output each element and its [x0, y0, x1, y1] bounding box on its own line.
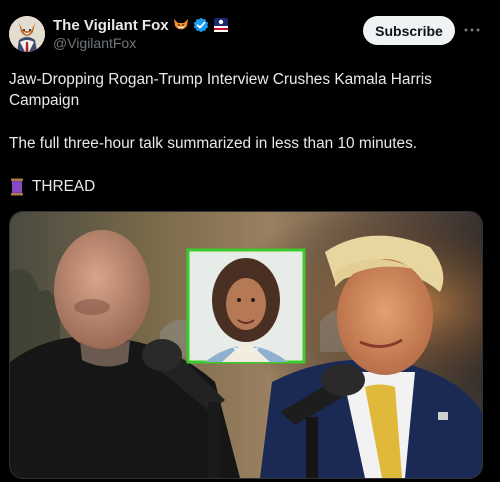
interview-photo-image[interactable]	[9, 211, 483, 479]
verified-badge-icon[interactable]	[193, 17, 209, 33]
author-name-row: The Vigilant Fox	[53, 15, 229, 35]
author-handle[interactable]: @VigilantFox	[53, 35, 136, 51]
more-dots-icon[interactable]	[462, 20, 482, 40]
fox-avatar-icon[interactable]	[9, 16, 45, 52]
author-display-name[interactable]: The Vigilant Fox	[53, 17, 169, 34]
tweet-header: The Vigilant Fox @VigilantFox Subscribe	[0, 0, 500, 62]
subscribe-button[interactable]: Subscribe	[363, 16, 455, 45]
tweet-text-line-3: The full three-hour talk summarized in l…	[9, 135, 418, 152]
tweet-text-line-2: Campaign	[9, 92, 80, 109]
tweet-text-line-1: Jaw-Dropping Rogan-Trump Interview Crush…	[9, 71, 432, 88]
fox-emoji-icon	[173, 17, 189, 33]
affiliate-badge-icon[interactable]	[213, 17, 229, 33]
thread-spool-icon	[9, 178, 25, 196]
thread-label: THREAD	[32, 178, 96, 195]
thread-label-row: THREAD	[9, 176, 489, 197]
